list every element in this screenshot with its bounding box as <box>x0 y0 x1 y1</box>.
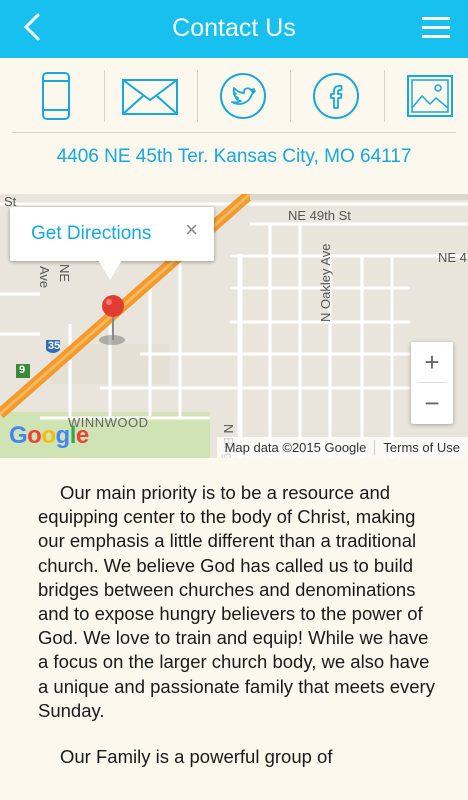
map-view[interactable]: St NE 49th St NE 4 N Oakley Ave N Bright… <box>0 194 468 458</box>
twitter-button[interactable] <box>197 68 289 124</box>
phone-button[interactable] <box>10 68 102 124</box>
map-data-text: Map data ©2015 Google <box>224 440 367 455</box>
route-shield: 9 <box>19 364 26 376</box>
hamburger-menu-icon[interactable] <box>422 15 450 39</box>
gallery-button[interactable] <box>384 68 468 124</box>
page-title: Contact Us <box>172 14 296 42</box>
app-header: Contact Us <box>0 0 468 58</box>
facebook-icon <box>313 73 359 119</box>
zoom-out-button[interactable]: − <box>411 383 453 423</box>
street-label: NE 4 <box>438 250 467 265</box>
address-link[interactable]: 4406 NE 45th Ter. Kansas City, MO 64117 <box>0 146 468 168</box>
about-paragraph: Our main priority is to be a resource an… <box>38 482 435 721</box>
street-label: NE 49th St <box>288 208 351 223</box>
email-button[interactable] <box>104 68 196 124</box>
section-divider <box>12 132 456 133</box>
terms-of-use-link[interactable]: Terms of Use <box>374 440 468 455</box>
street-label: N Oakley Ave <box>318 243 333 322</box>
contact-icon-bar <box>0 58 468 134</box>
mail-icon <box>122 79 178 115</box>
popup-tail <box>98 260 122 280</box>
phone-icon <box>42 72 70 120</box>
google-logo: Google <box>9 422 89 449</box>
twitter-icon <box>220 73 266 119</box>
about-content: Our main priority is to be a resource an… <box>38 481 442 791</box>
directions-popup: Get Directions × <box>10 207 214 261</box>
street-label: NE <box>57 264 72 283</box>
street-label: Ave <box>37 266 52 289</box>
interstate-shield: 35 <box>48 340 61 352</box>
image-icon <box>407 75 453 117</box>
facebook-button[interactable] <box>290 68 382 124</box>
about-paragraph: Our Family is a powerful group of <box>60 746 333 768</box>
zoom-in-button[interactable]: + <box>411 342 453 382</box>
map-attribution: Map data ©2015 Google Terms of Use <box>216 437 468 458</box>
get-directions-link[interactable]: Get Directions <box>31 223 151 245</box>
zoom-controls: + − <box>411 342 453 424</box>
close-icon[interactable]: × <box>185 217 198 243</box>
map-pin-icon[interactable] <box>96 294 130 348</box>
